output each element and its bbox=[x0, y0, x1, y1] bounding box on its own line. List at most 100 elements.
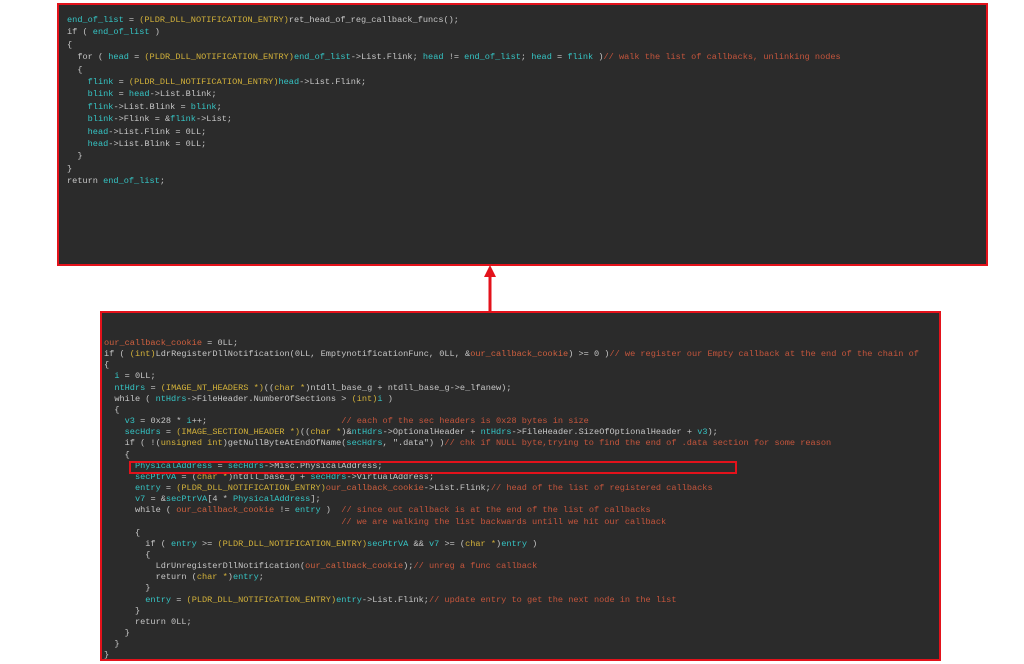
code-token: { bbox=[104, 549, 151, 560]
code-token: >= bbox=[196, 538, 218, 549]
code-token: (PLDR_DLL_NOTIFICATION_ENTRY) bbox=[217, 538, 368, 549]
code-token: (PLDR_DLL_NOTIFICATION_ENTRY) bbox=[186, 594, 337, 605]
code-token: ) bbox=[382, 393, 393, 404]
code-token: = bbox=[123, 15, 140, 25]
code-token: ; bbox=[216, 101, 222, 112]
code-token: unsigned int bbox=[160, 438, 223, 449]
code-token: { bbox=[104, 527, 141, 538]
code-token: secHdrs bbox=[124, 427, 161, 438]
code-line: // we are walking the list backwards unt… bbox=[104, 517, 939, 528]
code-token: ntHdrs bbox=[351, 427, 383, 438]
code-token: ) bbox=[593, 52, 604, 63]
code-token: , ".data") ) bbox=[382, 438, 445, 449]
code-token: our_callback_cookie bbox=[470, 349, 569, 360]
code-line: v7 = &secPtrVA[4 * PhysicalAddress]; bbox=[104, 494, 939, 505]
code-line: while ( ntHdrs->FileHeader.NumberOfSecti… bbox=[104, 394, 939, 405]
code-token: (int) bbox=[351, 393, 378, 404]
code-comment: // we are walking the list backwards unt… bbox=[341, 516, 667, 527]
code-token: } bbox=[104, 628, 130, 639]
code-token: ->Flink = & bbox=[113, 114, 171, 125]
arrow-up-icon bbox=[484, 265, 496, 312]
code-token: )ntdll_base_g + ntdll_base_g->e_lfanew); bbox=[305, 382, 512, 393]
code-token: entry bbox=[232, 572, 259, 583]
code-token: = bbox=[160, 427, 177, 438]
code-panel-find-callback-head: our_callback_cookie = 0LL; if ( (int)LdrR… bbox=[100, 311, 941, 661]
code-token: v3 bbox=[124, 416, 135, 427]
code-line: blink = head->List.Blink; bbox=[67, 88, 986, 100]
code-token: )getNullByteAtEndOfName( bbox=[222, 438, 347, 449]
code-token: = bbox=[145, 382, 161, 393]
code-token: ret_head_of_reg_callback_funcs(); bbox=[288, 15, 459, 25]
code-token: secPtrVA bbox=[165, 494, 208, 505]
code-token: return 0LL; bbox=[104, 616, 192, 627]
code-comment: // we register our Empty callback at the… bbox=[609, 349, 919, 360]
code-token: flink bbox=[87, 101, 114, 112]
code-line: { bbox=[104, 360, 939, 371]
code-token: (PLDR_DLL_NOTIFICATION_ENTRY) bbox=[176, 483, 326, 494]
code-line: return end_of_list; bbox=[67, 175, 986, 187]
code-token: secHdrs bbox=[346, 438, 383, 449]
code-token: { bbox=[104, 360, 110, 371]
code-line: if ( end_of_list ) bbox=[67, 26, 986, 38]
code-line: if ( !(unsigned int)getNullByteAtEndOfNa… bbox=[104, 438, 939, 449]
code-comment: // update entry to get the next node in … bbox=[428, 594, 677, 605]
code-token: ; bbox=[258, 572, 264, 583]
code-token: head bbox=[87, 126, 109, 137]
code-line: entry = (PLDR_DLL_NOTIFICATION_ENTRY)ent… bbox=[104, 595, 939, 606]
code-token: } bbox=[67, 163, 73, 174]
code-line: flink = (PLDR_DLL_NOTIFICATION_ENTRY)hea… bbox=[67, 76, 986, 88]
code-line: } bbox=[104, 606, 939, 617]
code-token: blink bbox=[87, 114, 114, 125]
code-token: v7 bbox=[134, 494, 146, 505]
code-token: return bbox=[67, 176, 104, 187]
code-token: our_callback_cookie bbox=[305, 561, 404, 572]
code-token: { bbox=[104, 404, 120, 415]
code-token: } bbox=[104, 605, 141, 616]
code-token: (IMAGE_SECTION_HEADER *) bbox=[176, 427, 301, 438]
code-line: while ( our_callback_cookie != entry ) /… bbox=[104, 505, 939, 516]
code-token: } bbox=[104, 650, 110, 661]
code-token: = bbox=[128, 52, 145, 63]
code-line: head->List.Flink = 0LL; bbox=[67, 126, 986, 138]
code-token: blink bbox=[190, 101, 217, 112]
code-token: >= ( bbox=[439, 538, 466, 549]
code-line: return (char *)entry; bbox=[104, 572, 939, 583]
code-token: our_callback_cookie bbox=[176, 505, 275, 516]
code-token: ntHdrs bbox=[114, 382, 146, 393]
code-token: head bbox=[278, 76, 300, 87]
code-token: entry bbox=[336, 594, 362, 605]
code-line: head->List.Blink = 0LL; bbox=[67, 138, 986, 150]
code-token: ->List.Blink; bbox=[149, 89, 217, 100]
code-token: { bbox=[67, 64, 83, 75]
code-line: if ( (int)LdrRegisterDllNotification(0LL… bbox=[104, 349, 939, 360]
code-token: while ( bbox=[104, 505, 177, 516]
code-token: ->List.Flink; bbox=[350, 52, 423, 63]
code-token: end_of_list bbox=[103, 176, 160, 187]
code-token: PhysicalAddress bbox=[232, 494, 311, 505]
code-token: char * bbox=[310, 427, 342, 438]
code-token: flink bbox=[170, 114, 196, 125]
code-token: ++; bbox=[191, 416, 342, 427]
code-token: head bbox=[422, 52, 444, 63]
code-token: != bbox=[274, 505, 295, 516]
code-token: end_of_list bbox=[67, 15, 124, 25]
code-token: LdrRegisterDllNotification(0LL, Emptynot… bbox=[155, 349, 471, 360]
code-line: i = 0LL; bbox=[104, 371, 939, 382]
code-token: flink bbox=[87, 76, 114, 87]
code-token: flink bbox=[567, 52, 594, 63]
code-token: ); bbox=[707, 427, 718, 438]
code-line: ntHdrs = (IMAGE_NT_HEADERS *)((char *)nt… bbox=[104, 383, 939, 394]
code-token: (PLDR_DLL_NOTIFICATION_ENTRY) bbox=[139, 15, 289, 25]
code-token: (PLDR_DLL_NOTIFICATION_ENTRY) bbox=[144, 52, 294, 63]
code-token: ; bbox=[520, 52, 532, 63]
code-line: return 0LL; bbox=[104, 617, 939, 628]
code-token: ) bbox=[149, 27, 160, 38]
